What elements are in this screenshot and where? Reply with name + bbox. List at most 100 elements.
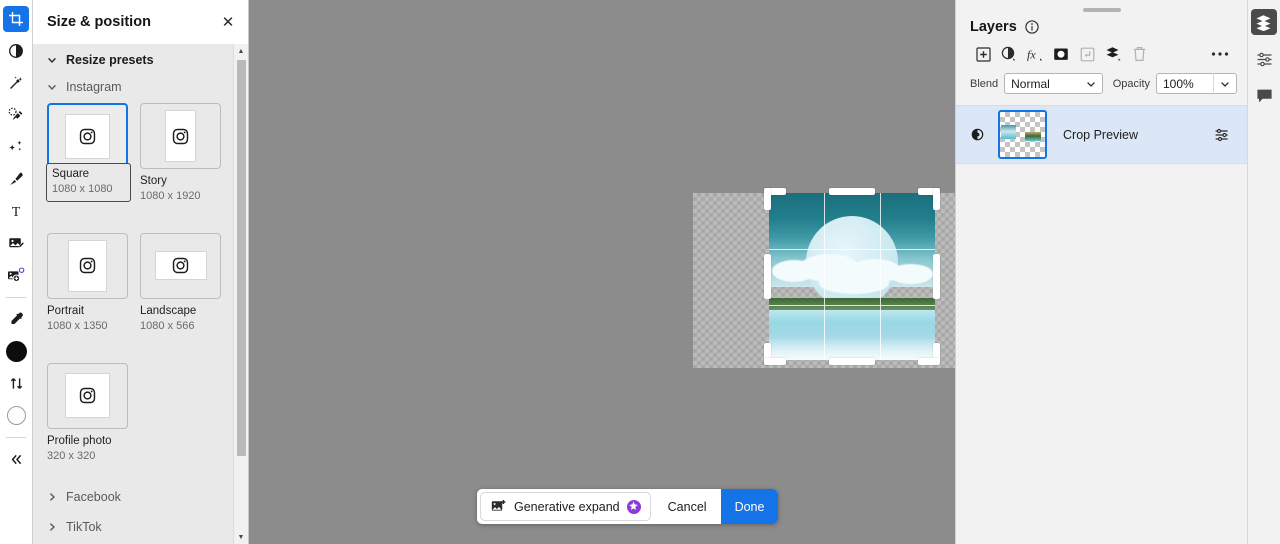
layers-header: Layers — [956, 0, 1247, 35]
cancel-button[interactable]: Cancel — [654, 489, 721, 524]
text-tool[interactable]: T — [3, 198, 29, 224]
instagram-icon — [172, 258, 189, 274]
thumb-crop-image — [1001, 125, 1016, 139]
crop-gridline-h — [769, 249, 935, 250]
crop-tool[interactable] — [3, 6, 29, 32]
preset-card-landscape[interactable]: Landscape 1080 x 566 — [140, 232, 221, 334]
layer-properties-button[interactable] — [1211, 127, 1233, 143]
section-facebook[interactable]: Facebook — [33, 481, 248, 513]
section-label: TikTok — [66, 520, 102, 535]
swap-colors[interactable] — [3, 370, 29, 396]
image-edit-tool[interactable] — [3, 230, 29, 256]
layer-visibility-toggle[interactable] — [956, 127, 998, 142]
close-icon[interactable]: ✕ — [218, 12, 238, 32]
generative-expand-button[interactable]: Generative expand — [480, 492, 651, 521]
section-tiktok[interactable]: TikTok — [33, 513, 248, 543]
instagram-icon — [79, 128, 96, 144]
group-layers-button[interactable] — [1100, 42, 1126, 66]
magic-wand-tool[interactable] — [3, 70, 29, 96]
opacity-dropdown-button[interactable] — [1213, 73, 1237, 94]
crop-handle-top-right-v[interactable] — [933, 188, 940, 210]
preset-card-profile-photo[interactable]: Profile photo 320 x 320 — [47, 362, 128, 464]
preset-dimensions: 1080 x 1080 — [52, 182, 113, 195]
svg-text:fx: fx — [1027, 48, 1036, 62]
preset-thumbnail[interactable] — [47, 362, 128, 429]
scroll-up-arrow[interactable]: ▲ — [234, 44, 248, 58]
preset-label-tooltip: Square 1080 x 1080 — [46, 163, 131, 202]
preset-thumbnail[interactable] — [140, 103, 221, 169]
scroll-down-arrow[interactable]: ▼ — [234, 530, 248, 544]
instagram-icon — [79, 387, 96, 404]
crop-gridline-v — [880, 193, 881, 360]
preset-card-story[interactable]: Story 1080 x 1920 — [140, 103, 221, 204]
opacity-control: 100% — [1156, 73, 1237, 94]
preset-dimensions: 1080 x 1920 — [140, 189, 201, 202]
preset-card-portrait[interactable]: Portrait 1080 x 1350 — [47, 232, 128, 334]
blend-mode-value: Normal — [1011, 76, 1050, 91]
adjustment-layer-button[interactable] — [996, 42, 1022, 66]
preset-shape — [65, 373, 110, 419]
info-circle-icon[interactable] — [1025, 20, 1039, 34]
add-image-tool[interactable] — [3, 262, 29, 288]
effects-tool[interactable] — [3, 134, 29, 160]
layer-row-crop-preview[interactable]: Crop Preview — [956, 106, 1247, 163]
crop-handle-top-center[interactable] — [829, 188, 875, 195]
eyedropper-tool[interactable] — [3, 306, 29, 332]
preset-thumbnail[interactable] — [140, 232, 221, 299]
blend-opacity-row: Blend Normal Opacity 100% — [956, 66, 1247, 94]
layers-panel: Layers fx Blend Normal Opacity 100% Crop… — [955, 0, 1247, 544]
chevron-right-icon — [49, 493, 56, 502]
done-button[interactable]: Done — [720, 489, 779, 524]
layers-panel-toggle[interactable] — [1251, 9, 1277, 35]
sparkle-icon — [626, 499, 641, 514]
preset-dimensions: 320 x 320 — [47, 449, 96, 462]
preset-card-square[interactable]: Square 1080 x 1080 — [46, 103, 131, 204]
crop-handle-right-middle[interactable] — [933, 254, 940, 299]
blend-mode-select[interactable]: Normal — [1004, 73, 1103, 94]
crop-handle-left-middle[interactable] — [764, 254, 771, 299]
toolbar-divider-2 — [6, 437, 26, 438]
layer-effects-button[interactable]: fx — [1022, 42, 1048, 66]
background-color-swatch[interactable] — [3, 402, 29, 428]
generative-expand-icon — [491, 500, 506, 511]
adjustment-tool[interactable] — [3, 38, 29, 64]
layer-more-options-button[interactable] — [1207, 42, 1233, 66]
layer-mask-button[interactable] — [1048, 42, 1074, 66]
crop-handle-bottom-center[interactable] — [829, 358, 875, 365]
preset-shape — [165, 110, 196, 162]
panel-body: Resize presets Instagram Square 1080 x 1… — [33, 44, 248, 544]
crop-action-bar: Generative expand Cancel Done — [477, 489, 779, 524]
application-window: T Size & position ✕ Resize presets Insta… — [0, 0, 1280, 544]
preset-name: Square — [52, 168, 90, 180]
clipping-mask-button — [1074, 42, 1100, 66]
preset-name: Story — [140, 175, 167, 187]
preset-thumbnail[interactable] — [47, 103, 128, 169]
crop-gridline-v — [824, 193, 825, 360]
layer-thumbnail[interactable] — [998, 110, 1047, 159]
section-resize-presets[interactable]: Resize presets — [33, 44, 248, 76]
preset-thumbnail[interactable] — [47, 232, 128, 299]
opacity-input[interactable]: 100% — [1156, 73, 1213, 94]
brush-tool[interactable] — [3, 166, 29, 192]
filled-circle-icon — [5, 340, 27, 362]
scrollbar-thumb[interactable] — [237, 60, 246, 456]
crop-handle-top-left-v[interactable] — [764, 188, 771, 210]
collapse-rail[interactable] — [3, 446, 29, 472]
healing-brush-tool[interactable] — [3, 102, 29, 128]
properties-panel-toggle[interactable] — [1251, 46, 1277, 72]
add-layer-button[interactable] — [970, 42, 996, 66]
section-instagram[interactable]: Instagram — [33, 76, 248, 101]
panel-drag-handle[interactable] — [1082, 8, 1121, 12]
preset-name: Portrait — [47, 304, 85, 317]
cloud — [888, 263, 933, 284]
crop-selection[interactable] — [764, 188, 940, 365]
crop-handle-bottom-left[interactable] — [764, 358, 786, 365]
canvas-area[interactable]: Generative expand Cancel Done — [249, 0, 955, 544]
panel-scrollbar[interactable]: ▲ ▼ — [233, 44, 248, 544]
comments-panel-toggle[interactable] — [1251, 83, 1277, 109]
foreground-color-swatch[interactable] — [3, 338, 29, 364]
generative-expand-label: Generative expand — [514, 499, 620, 514]
crop-gridline-h — [769, 305, 935, 306]
crop-handle-bottom-right[interactable] — [918, 358, 940, 365]
